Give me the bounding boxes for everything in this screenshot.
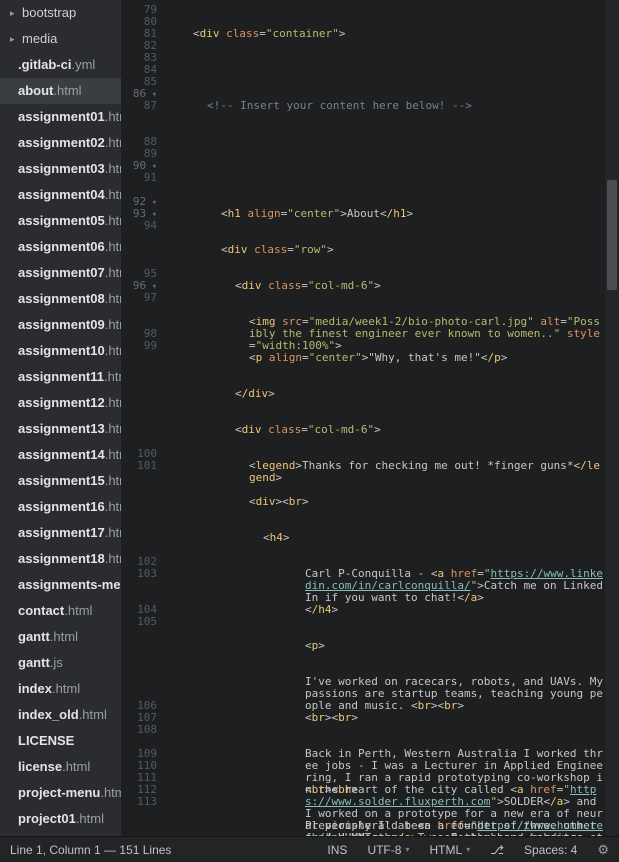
file-about[interactable]: about.html <box>0 78 121 104</box>
file-assignment08[interactable]: assignment08.htm <box>0 286 121 312</box>
file-gantt[interactable]: gantt.js <box>0 650 121 676</box>
folder-media[interactable]: ▸media <box>0 26 121 52</box>
status-indent[interactable]: Spaces: 4 <box>524 843 577 857</box>
scrollbar-vertical[interactable] <box>605 0 619 836</box>
file-assignment13[interactable]: assignment13.htm <box>0 416 121 442</box>
file-assignment11[interactable]: assignment11.htm <box>0 364 121 390</box>
file-index[interactable]: index.html <box>0 676 121 702</box>
file-LICENSE[interactable]: LICENSE <box>0 728 121 754</box>
file-assignment15[interactable]: assignment15.htm <box>0 468 121 494</box>
file-assignment12[interactable]: assignment12.htm <box>0 390 121 416</box>
file-assignment09[interactable]: assignment09.htm <box>0 312 121 338</box>
status-encoding[interactable]: UTF-8▾ <box>367 843 409 857</box>
folder-bootstrap[interactable]: ▸bootstrap <box>0 0 121 26</box>
file-assignment04[interactable]: assignment04.htm <box>0 182 121 208</box>
settings-icon[interactable]: ⚙ <box>597 842 609 858</box>
file-project-menu[interactable]: project-menu.htm <box>0 780 121 806</box>
file-gantt[interactable]: gantt.html <box>0 624 121 650</box>
status-overwrite-mode[interactable]: INS <box>327 843 347 857</box>
file-assignment17[interactable]: assignment17.htm <box>0 520 121 546</box>
chevron-right-icon: ▸ <box>10 29 18 49</box>
code-editor[interactable]: <div class="container"> <!-- Insert your… <box>165 0 605 836</box>
file-license[interactable]: license.html <box>0 754 121 780</box>
chevron-right-icon: ▸ <box>10 3 18 23</box>
status-bar: Line 1, Column 1 — 151 Lines INS UTF-8▾ … <box>0 836 619 862</box>
scroll-thumb[interactable] <box>607 180 617 290</box>
file-tree[interactable]: ▸bootstrap▸media.gitlab-ci.ymlabout.html… <box>0 0 121 836</box>
file-assignment14[interactable]: assignment14.htm <box>0 442 121 468</box>
status-git-icon[interactable]: ⎇ <box>490 843 504 857</box>
file-assignment03[interactable]: assignment03.htm <box>0 156 121 182</box>
file-assignment18[interactable]: assignment18.htm <box>0 546 121 572</box>
file-assignment07[interactable]: assignment07.htm <box>0 260 121 286</box>
file-contact[interactable]: contact.html <box>0 598 121 624</box>
status-language[interactable]: HTML▾ <box>429 843 470 857</box>
file-assignment01[interactable]: assignment01.htm <box>0 104 121 130</box>
file-assignment05[interactable]: assignment05.htm <box>0 208 121 234</box>
file-assignment10[interactable]: assignment10.htm <box>0 338 121 364</box>
file-assignment16[interactable]: assignment16.htm <box>0 494 121 520</box>
file-.gitlab-ci[interactable]: .gitlab-ci.yml <box>0 52 121 78</box>
file-index_old[interactable]: index_old.html <box>0 702 121 728</box>
file-assignments-menu[interactable]: assignments-menu <box>0 572 121 598</box>
file-project01[interactable]: project01.html <box>0 806 121 832</box>
line-gutter: 7980818283848586878889909192939495969798… <box>121 0 165 836</box>
file-assignment02[interactable]: assignment02.htm <box>0 130 121 156</box>
status-cursor-pos[interactable]: Line 1, Column 1 — 151 Lines <box>10 843 171 857</box>
file-assignment06[interactable]: assignment06.htm <box>0 234 121 260</box>
